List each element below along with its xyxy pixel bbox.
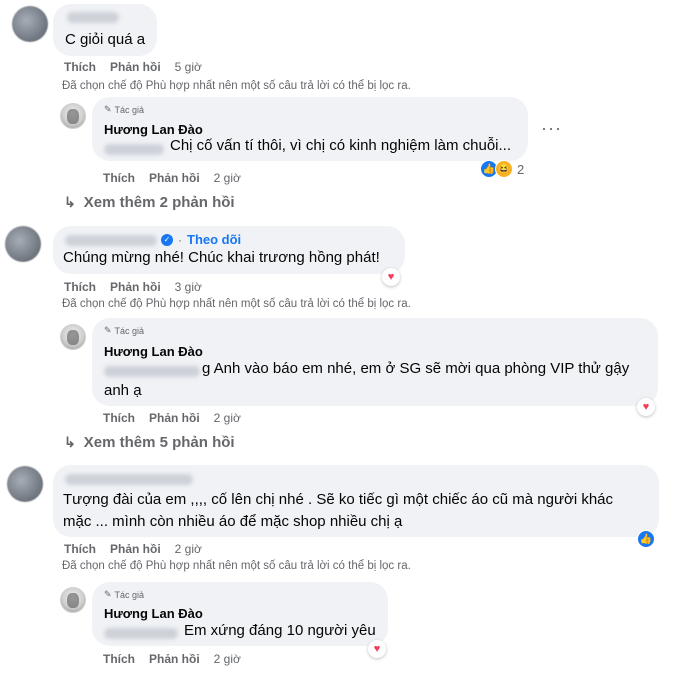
like-button[interactable]: Thích: [103, 171, 135, 185]
view-more-replies-button[interactable]: ↳ Xem thêm 5 phản hồi: [64, 434, 235, 451]
like-button[interactable]: Thích: [64, 280, 96, 294]
filter-note: Đã chọn chế độ Phù hợp nhất nên một số c…: [62, 298, 411, 310]
timestamp[interactable]: 2 giờ: [175, 542, 202, 556]
follow-button[interactable]: Theo dõi: [187, 232, 241, 247]
reply-text-line1: g Anh vào báo em nhé, em ở SG sẽ mời qua…: [202, 360, 630, 377]
timestamp[interactable]: 2 giờ: [214, 652, 241, 666]
comment-bubble: C giỏi quá a: [53, 4, 157, 56]
filter-note: Đã chọn chế độ Phù hợp nhất nên một số c…: [62, 560, 411, 572]
reply-text-line2: anh ạ: [104, 382, 142, 399]
reply-button[interactable]: Phản hồi: [110, 280, 161, 294]
avatar[interactable]: [12, 6, 48, 42]
reply-button[interactable]: Phản hồi: [149, 171, 200, 185]
separator-dot: ·: [178, 232, 182, 247]
comment-actions: Thích Phản hồi 2 giờ: [64, 542, 202, 556]
author-name[interactable]: Hương Lan Đào: [104, 606, 203, 621]
avatar[interactable]: [60, 324, 86, 350]
reply-button[interactable]: Phản hồi: [110, 60, 161, 74]
author-badge: ✎ Tác giả: [104, 104, 144, 115]
reply-bubble: ✎ Tác giả Hương Lan Đào g Anh vào báo em…: [92, 318, 658, 406]
mention-blurred[interactable]: [104, 628, 178, 639]
like-button[interactable]: Thích: [64, 60, 96, 74]
timestamp[interactable]: 5 giờ: [175, 60, 202, 74]
like-button[interactable]: Thích: [64, 542, 96, 556]
commenter-name-blurred[interactable]: [67, 12, 119, 23]
heart-reaction-icon[interactable]: ♥: [637, 398, 655, 416]
comment-bubble: ✓ · Theo dõi Chúng mừng nhé! Chúc khai t…: [53, 226, 405, 274]
reply-button[interactable]: Phản hồi: [110, 542, 161, 556]
reply-button[interactable]: Phản hồi: [149, 652, 200, 666]
comment-text-line1: Tượng đài của em ,,,, cố lên chị nhé . S…: [63, 491, 614, 508]
verified-icon: ✓: [161, 233, 173, 246]
reply-actions: Thích Phản hồi 2 giờ: [103, 652, 241, 666]
like-button[interactable]: Thích: [103, 411, 135, 425]
reply-arrow-icon: ↳: [64, 194, 76, 210]
haha-reaction-icon[interactable]: 😆: [495, 160, 513, 178]
avatar[interactable]: [7, 466, 43, 502]
author-badge: ✎ Tác giả: [104, 325, 144, 336]
avatar[interactable]: [60, 587, 86, 613]
reaction-count[interactable]: 2: [517, 162, 524, 177]
author-name[interactable]: Hương Lan Đào: [104, 344, 203, 359]
reply-text: Chị cố vấn tí thôi, vì chị có kinh nghiệ…: [170, 137, 511, 154]
pencil-icon: ✎: [104, 104, 112, 114]
commenter-name-blurred[interactable]: [65, 474, 193, 485]
author-badge: ✎ Tác giả: [104, 589, 144, 600]
view-more-replies-label: Xem thêm 2 phản hồi: [83, 194, 235, 211]
filter-note: Đã chọn chế độ Phù hợp nhất nên một số c…: [62, 80, 411, 92]
mention-blurred[interactable]: [104, 144, 164, 155]
comment-actions: Thích Phản hồi 5 giờ: [64, 60, 202, 74]
timestamp[interactable]: 2 giờ: [214, 171, 241, 185]
comment-actions: Thích Phản hồi 3 giờ: [64, 280, 202, 294]
reply-actions: Thích Phản hồi 2 giờ: [103, 411, 241, 425]
avatar[interactable]: [60, 103, 86, 129]
reply-text: Em xứng đáng 10 người yêu: [184, 622, 376, 639]
author-badge-label: Tác giả: [114, 104, 145, 115]
reply-actions: Thích Phản hồi 2 giờ: [103, 171, 241, 185]
comment-text: Chúng mừng nhé! Chúc khai trương hồng ph…: [63, 249, 380, 266]
pencil-icon: ✎: [104, 589, 112, 599]
avatar[interactable]: [5, 226, 41, 262]
view-more-replies-label: Xem thêm 5 phản hồi: [83, 434, 235, 451]
heart-reaction-icon[interactable]: ♥: [382, 268, 400, 286]
comment-text-line2: mặc ... mình còn nhiều áo để mặc shop nh…: [63, 513, 403, 530]
more-options-icon[interactable]: ···: [541, 118, 562, 139]
comment-bubble: Tượng đài của em ,,,, cố lên chị nhé . S…: [53, 465, 659, 537]
heart-reaction-icon[interactable]: ♥: [368, 640, 386, 658]
timestamp[interactable]: 3 giờ: [175, 280, 202, 294]
mention-blurred[interactable]: [104, 366, 200, 377]
view-more-replies-button[interactable]: ↳ Xem thêm 2 phản hồi: [64, 194, 235, 211]
like-reaction-icon[interactable]: 👍: [637, 530, 655, 548]
commenter-name-blurred[interactable]: [65, 235, 157, 246]
reply-arrow-icon: ↳: [64, 434, 76, 450]
follow-row: ✓ · Theo dõi: [161, 232, 241, 247]
author-badge-label: Tác giả: [114, 589, 145, 600]
like-button[interactable]: Thích: [103, 652, 135, 666]
reply-bubble: ✎ Tác giả Hương Lan Đào Chị cố vấn tí th…: [92, 97, 528, 161]
comment-text: C giỏi quá a: [65, 31, 146, 48]
author-badge-label: Tác giả: [114, 325, 145, 336]
timestamp[interactable]: 2 giờ: [214, 411, 241, 425]
reply-bubble: ✎ Tác giả Hương Lan Đào Em xứng đáng 10 …: [92, 582, 388, 646]
reply-button[interactable]: Phản hồi: [149, 411, 200, 425]
pencil-icon: ✎: [104, 325, 112, 335]
